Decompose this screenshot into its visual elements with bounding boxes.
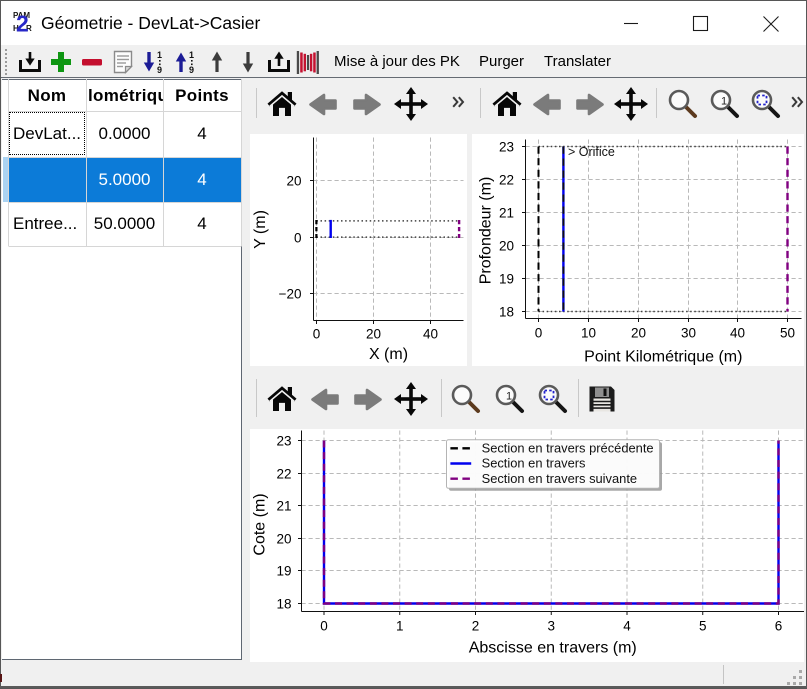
svg-text:Point Kilométrique (m): Point Kilométrique (m) <box>584 349 742 366</box>
svg-text:21: 21 <box>499 206 514 221</box>
svg-text:1: 1 <box>506 391 512 403</box>
svg-text:Section en travers suivante: Section en travers suivante <box>482 471 637 486</box>
svg-text:> Orifice: > Orifice <box>568 145 615 159</box>
svg-text:X (m): X (m) <box>369 346 408 363</box>
svg-text:22: 22 <box>499 173 514 188</box>
svg-text:20: 20 <box>286 174 301 189</box>
svg-text:3: 3 <box>547 619 555 634</box>
svg-text:0: 0 <box>535 326 543 341</box>
svg-text:Profondeur (m): Profondeur (m) <box>478 177 495 285</box>
svg-text:21: 21 <box>276 499 291 514</box>
svg-text:Y (m): Y (m) <box>252 210 269 249</box>
svg-text:0: 0 <box>320 619 328 634</box>
svg-text:9: 9 <box>157 65 162 75</box>
svg-text:Section en travers: Section en travers <box>482 456 586 471</box>
svg-text:5: 5 <box>699 619 707 634</box>
svg-text:0: 0 <box>294 231 302 246</box>
svg-text:50: 50 <box>780 326 795 341</box>
svg-text:19: 19 <box>499 272 514 287</box>
svg-text:20: 20 <box>499 239 514 254</box>
svg-text:Abscisse en travers (m): Abscisse en travers (m) <box>469 640 637 657</box>
svg-text:1: 1 <box>157 50 162 60</box>
svg-text:−20: −20 <box>279 287 302 302</box>
svg-text:4: 4 <box>623 619 631 634</box>
svg-text:23: 23 <box>499 140 514 155</box>
svg-text:2: 2 <box>472 619 480 634</box>
svg-text:40: 40 <box>423 327 438 342</box>
svg-text:19: 19 <box>276 564 291 579</box>
svg-text:23: 23 <box>276 434 291 449</box>
svg-text:6: 6 <box>775 619 783 634</box>
svg-text:30: 30 <box>681 326 696 341</box>
svg-text:9: 9 <box>189 65 194 75</box>
svg-text:18: 18 <box>499 305 514 320</box>
svg-text:40: 40 <box>730 326 745 341</box>
svg-text:1: 1 <box>721 96 727 108</box>
svg-text:Section en travers précédente: Section en travers précédente <box>482 441 654 456</box>
svg-text:20: 20 <box>276 532 291 547</box>
svg-text:0: 0 <box>313 327 321 342</box>
svg-text:20: 20 <box>631 326 646 341</box>
svg-text:10: 10 <box>581 326 596 341</box>
svg-text:2: 2 <box>16 11 29 34</box>
svg-text:Cote (m): Cote (m) <box>252 493 269 555</box>
svg-text:22: 22 <box>276 467 291 482</box>
svg-text:20: 20 <box>366 327 381 342</box>
svg-text:1: 1 <box>189 50 194 60</box>
svg-text:18: 18 <box>276 597 291 612</box>
svg-text:1: 1 <box>396 619 404 634</box>
